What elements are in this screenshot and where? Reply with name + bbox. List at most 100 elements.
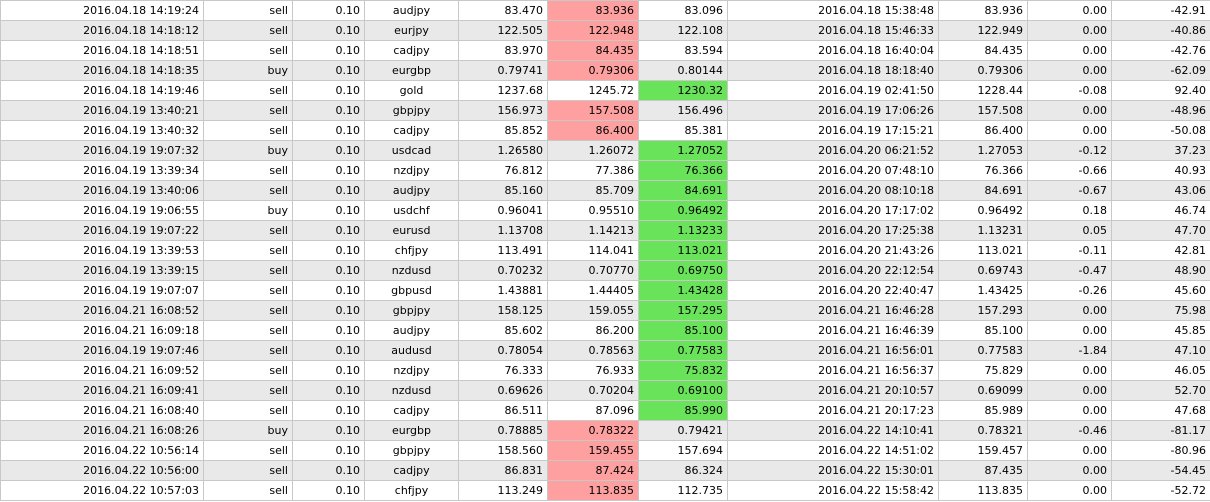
- profit-cell: 47.68: [1111, 400, 1210, 421]
- close-price-cell: 84.691: [938, 180, 1028, 201]
- swap-cell: -0.47: [1027, 260, 1112, 281]
- open-time-cell: 2016.04.18 14:19:46: [0, 80, 204, 101]
- trade-row[interactable]: 2016.04.22 10:56:14 sell 0.10 gbpjpy 158…: [0, 440, 1210, 461]
- symbol-cell: gold: [364, 80, 459, 101]
- type-cell: sell: [203, 120, 293, 141]
- trade-row[interactable]: 2016.04.19 13:40:21 sell 0.10 gbpjpy 156…: [0, 100, 1210, 121]
- trade-row[interactable]: 2016.04.19 13:39:15 sell 0.10 nzdusd 0.7…: [0, 260, 1210, 281]
- trade-row[interactable]: 2016.04.18 14:18:12 sell 0.10 eurjpy 122…: [0, 20, 1210, 41]
- profit-cell: -48.96: [1111, 100, 1210, 121]
- swap-cell: 0.18: [1027, 200, 1112, 221]
- open-time-cell: 2016.04.19 19:07:32: [0, 140, 204, 161]
- trade-row[interactable]: 2016.04.19 13:39:53 sell 0.10 chfjpy 113…: [0, 240, 1210, 261]
- close-price-cell: 1.27053: [938, 140, 1028, 161]
- profit-cell: -42.91: [1111, 0, 1210, 21]
- close-time-cell: 2016.04.20 07:48:10: [727, 160, 939, 181]
- take-profit-cell: 83.594: [638, 40, 728, 61]
- symbol-cell: gbpjpy: [364, 300, 459, 321]
- trade-row[interactable]: 2016.04.21 16:08:52 sell 0.10 gbpjpy 158…: [0, 300, 1210, 321]
- swap-cell: -0.26: [1027, 280, 1112, 301]
- swap-cell: -0.66: [1027, 160, 1112, 181]
- close-time-cell: 2016.04.21 16:56:01: [727, 340, 939, 361]
- trade-row[interactable]: 2016.04.22 10:56:00 sell 0.10 cadjpy 86.…: [0, 460, 1210, 481]
- stop-loss-cell: 86.200: [547, 320, 639, 341]
- swap-cell: 0.00: [1027, 0, 1112, 21]
- close-price-cell: 122.949: [938, 20, 1028, 41]
- volume-cell: 0.10: [292, 420, 365, 441]
- stop-loss-cell: 1.14213: [547, 220, 639, 241]
- profit-cell: -62.09: [1111, 60, 1210, 81]
- type-cell: buy: [203, 420, 293, 441]
- volume-cell: 0.10: [292, 0, 365, 21]
- open-time-cell: 2016.04.21 16:08:52: [0, 300, 204, 321]
- close-time-cell: 2016.04.21 16:46:39: [727, 320, 939, 341]
- trade-row[interactable]: 2016.04.19 19:07:22 sell 0.10 eurusd 1.1…: [0, 220, 1210, 241]
- stop-loss-cell: 0.79306: [547, 60, 639, 81]
- trade-row[interactable]: 2016.04.18 14:19:46 sell 0.10 gold 1237.…: [0, 80, 1210, 101]
- trade-row[interactable]: 2016.04.19 13:39:34 sell 0.10 nzdjpy 76.…: [0, 160, 1210, 181]
- trade-row[interactable]: 2016.04.21 16:08:40 sell 0.10 cadjpy 86.…: [0, 400, 1210, 421]
- type-cell: sell: [203, 280, 293, 301]
- take-profit-cell: 113.021: [638, 240, 728, 261]
- trade-row[interactable]: 2016.04.22 10:57:03 sell 0.10 chfjpy 113…: [0, 480, 1210, 501]
- type-cell: sell: [203, 380, 293, 401]
- close-price-cell: 0.78321: [938, 420, 1028, 441]
- profit-cell: 52.70: [1111, 380, 1210, 401]
- symbol-cell: cadjpy: [364, 40, 459, 61]
- volume-cell: 0.10: [292, 300, 365, 321]
- trade-row[interactable]: 2016.04.18 14:18:35 buy 0.10 eurgbp 0.79…: [0, 60, 1210, 81]
- take-profit-cell: 75.832: [638, 360, 728, 381]
- trade-row[interactable]: 2016.04.19 19:06:55 buy 0.10 usdchf 0.96…: [0, 200, 1210, 221]
- stop-loss-cell: 77.386: [547, 160, 639, 181]
- swap-cell: 0.00: [1027, 380, 1112, 401]
- trade-row[interactable]: 2016.04.21 16:09:41 sell 0.10 nzdusd 0.6…: [0, 380, 1210, 401]
- open-time-cell: 2016.04.21 16:08:26: [0, 420, 204, 441]
- take-profit-cell: 157.694: [638, 440, 728, 461]
- open-price-cell: 86.511: [458, 400, 548, 421]
- trade-row[interactable]: 2016.04.18 14:18:51 sell 0.10 cadjpy 83.…: [0, 40, 1210, 61]
- type-cell: sell: [203, 100, 293, 121]
- symbol-cell: audjpy: [364, 180, 459, 201]
- type-cell: sell: [203, 40, 293, 61]
- stop-loss-cell: 87.424: [547, 460, 639, 481]
- type-cell: sell: [203, 400, 293, 421]
- profit-cell: -42.76: [1111, 40, 1210, 61]
- volume-cell: 0.10: [292, 380, 365, 401]
- trade-row[interactable]: 2016.04.19 13:40:06 sell 0.10 audjpy 85.…: [0, 180, 1210, 201]
- trade-row[interactable]: 2016.04.21 16:09:18 sell 0.10 audjpy 85.…: [0, 320, 1210, 341]
- stop-loss-cell: 0.95510: [547, 200, 639, 221]
- stop-loss-cell: 84.435: [547, 40, 639, 61]
- volume-cell: 0.10: [292, 240, 365, 261]
- trade-row[interactable]: 2016.04.19 19:07:46 sell 0.10 audusd 0.7…: [0, 340, 1210, 361]
- trade-rows: 2016.04.18 14:19:24 sell 0.10 audjpy 83.…: [0, 0, 1210, 501]
- take-profit-cell: 85.100: [638, 320, 728, 341]
- trade-row[interactable]: 2016.04.21 16:09:52 sell 0.10 nzdjpy 76.…: [0, 360, 1210, 381]
- swap-cell: 0.00: [1027, 480, 1112, 501]
- profit-cell: 47.10: [1111, 340, 1210, 361]
- close-price-cell: 87.435: [938, 460, 1028, 481]
- open-time-cell: 2016.04.21 16:08:40: [0, 400, 204, 421]
- trade-row[interactable]: 2016.04.19 19:07:07 sell 0.10 gbpusd 1.4…: [0, 280, 1210, 301]
- profit-cell: 92.40: [1111, 80, 1210, 101]
- close-price-cell: 83.936: [938, 0, 1028, 21]
- close-price-cell: 85.989: [938, 400, 1028, 421]
- trade-row[interactable]: 2016.04.19 13:40:32 sell 0.10 cadjpy 85.…: [0, 120, 1210, 141]
- swap-cell: 0.00: [1027, 320, 1112, 341]
- open-price-cell: 83.970: [458, 40, 548, 61]
- take-profit-cell: 83.096: [638, 0, 728, 21]
- open-price-cell: 1.43881: [458, 280, 548, 301]
- symbol-cell: nzdjpy: [364, 360, 459, 381]
- stop-loss-cell: 76.933: [547, 360, 639, 381]
- close-time-cell: 2016.04.18 16:40:04: [727, 40, 939, 61]
- trade-row[interactable]: 2016.04.19 19:07:32 buy 0.10 usdcad 1.26…: [0, 140, 1210, 161]
- stop-loss-cell: 1.26072: [547, 140, 639, 161]
- trade-row[interactable]: 2016.04.21 16:08:26 buy 0.10 eurgbp 0.78…: [0, 420, 1210, 441]
- close-price-cell: 0.69743: [938, 260, 1028, 281]
- close-price-cell: 113.021: [938, 240, 1028, 261]
- stop-loss-cell: 87.096: [547, 400, 639, 421]
- stop-loss-cell: 83.936: [547, 0, 639, 21]
- symbol-cell: chfjpy: [364, 240, 459, 261]
- symbol-cell: gbpjpy: [364, 440, 459, 461]
- open-price-cell: 0.70232: [458, 260, 548, 281]
- trade-row[interactable]: 2016.04.18 14:19:24 sell 0.10 audjpy 83.…: [0, 0, 1210, 21]
